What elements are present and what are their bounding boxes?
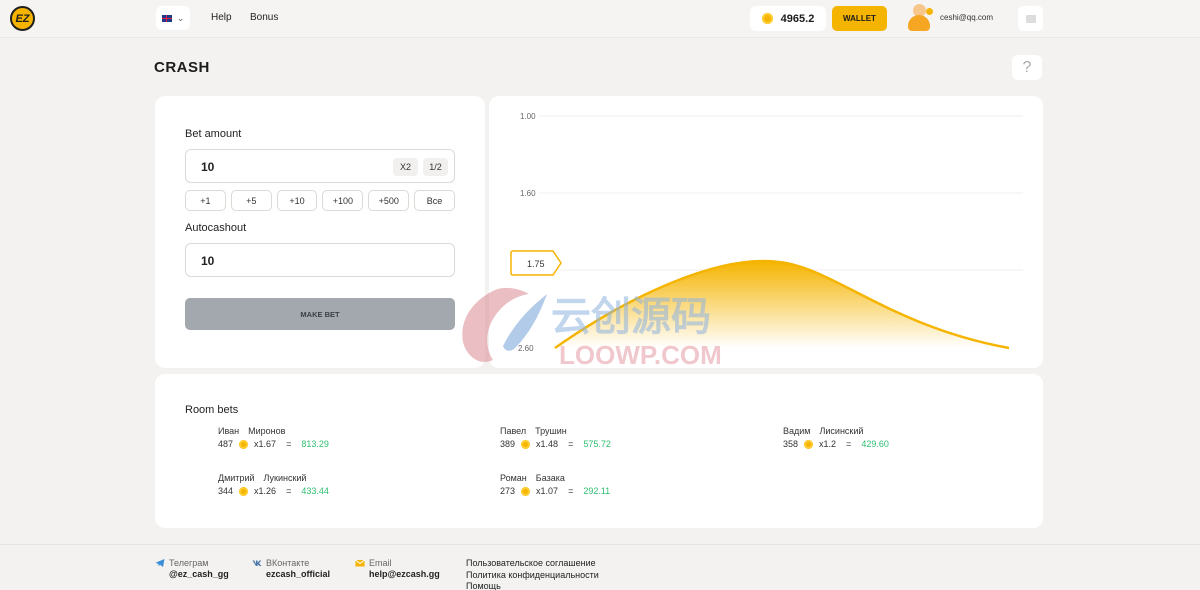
- question-icon: ?: [1022, 58, 1032, 76]
- coin-icon: [804, 439, 814, 449]
- room-bets-panel: Room bets Иван Миронов 487 x1.67 = 813.29 Па…: [155, 374, 1043, 528]
- equals-sign: =: [568, 439, 574, 449]
- chevron-down-icon: ⌄: [176, 12, 185, 23]
- room-bets-title: Room bets: [185, 404, 239, 416]
- logo[interactable]: EZ: [10, 6, 35, 31]
- bet-multiplier: x1.48: [536, 439, 559, 449]
- bet-amount-value: 10: [201, 160, 215, 174]
- make-bet-button[interactable]: MAKE BET: [185, 298, 455, 330]
- bet-multiplier: x1.2: [819, 439, 837, 449]
- equals-sign: =: [286, 486, 292, 496]
- player-first-name: Роман: [500, 473, 527, 483]
- equals-sign: =: [286, 439, 292, 449]
- add-5-button[interactable]: +5: [230, 190, 272, 211]
- nav-help-link[interactable]: Help: [211, 12, 232, 23]
- coin-icon: [239, 486, 249, 496]
- footer-links: Пользовательское соглашение Политика кон…: [466, 558, 599, 590]
- footer-email[interactable]: Email help@ezcash.gg: [355, 558, 440, 579]
- player-last-name: Лукинский: [263, 473, 307, 483]
- user-agreement-link[interactable]: Пользовательское соглашение: [466, 558, 599, 570]
- list-item: Иван Миронов 487 x1.67 = 813.29: [218, 426, 329, 449]
- win-amount: 429.60: [861, 439, 889, 449]
- list-item: Вадим Лисинский 358 x1.2 = 429.60: [783, 426, 889, 449]
- player-first-name: Дмитрий: [218, 473, 255, 483]
- bet-amount-input[interactable]: 10 X2 1/2: [185, 149, 455, 183]
- y-axis-label-bottom: 2.60: [518, 344, 534, 353]
- email-icon: [355, 559, 365, 567]
- bet-amount-label: Bet amount: [185, 128, 242, 140]
- player-last-name: Миронов: [248, 426, 286, 436]
- add-1-button[interactable]: +1: [185, 190, 226, 211]
- bet-amount: 344: [218, 486, 234, 496]
- win-amount: 813.29: [301, 439, 329, 449]
- multiplier-marker: 1.75: [510, 250, 562, 276]
- coin-icon: [239, 439, 249, 449]
- player-last-name: Лисинский: [819, 426, 864, 436]
- player-first-name: Иван: [218, 426, 240, 436]
- vk-handle[interactable]: ezcash_official: [266, 569, 330, 579]
- balance-value: 4965.2: [780, 12, 815, 25]
- autocashout-input[interactable]: 10: [185, 243, 455, 277]
- player-first-name: Павел: [500, 426, 527, 436]
- vk-label: ВКонтакте: [266, 558, 310, 568]
- equals-sign: =: [568, 486, 574, 496]
- autocashout-label: Autocashout: [185, 222, 247, 234]
- support-email[interactable]: help@ezcash.gg: [369, 569, 440, 579]
- add-100-button[interactable]: +100: [322, 190, 364, 211]
- uk-flag-icon: [161, 14, 172, 22]
- add-10-button[interactable]: +10: [276, 190, 318, 211]
- page-title: CRASH: [154, 59, 210, 76]
- win-amount: 292.11: [583, 486, 611, 496]
- footer-telegram[interactable]: Телеграм @ez_cash_gg: [155, 558, 229, 579]
- autocashout-value: 10: [201, 254, 215, 268]
- coin-icon: [521, 486, 531, 496]
- crash-graph: 1.00 1.60 2.60 1.75: [489, 96, 1043, 368]
- current-multiplier: 1.75: [527, 259, 545, 269]
- bet-panel: Bet amount 10 X2 1/2 +1 +5 +10 +100 +500…: [155, 96, 485, 368]
- privacy-policy-link[interactable]: Политика конфиденциальности: [466, 570, 599, 582]
- y-axis-label-mid: 1.60: [520, 189, 536, 198]
- bet-multiplier: x1.26: [254, 486, 277, 496]
- bet-amount: 358: [783, 439, 799, 449]
- quick-add-buttons: +1 +5 +10 +100 +500 Все: [185, 190, 455, 211]
- half-bet-button[interactable]: 1/2: [423, 158, 448, 176]
- bet-amount: 273: [500, 486, 516, 496]
- double-bet-button[interactable]: X2: [393, 158, 418, 176]
- telegram-icon: [155, 559, 165, 567]
- equals-sign: =: [846, 439, 852, 449]
- coin-icon: [761, 13, 773, 24]
- bet-amount: 487: [218, 439, 234, 449]
- vk-icon: [252, 560, 262, 566]
- player-first-name: Вадим: [783, 426, 811, 436]
- settings-icon[interactable]: [1018, 6, 1043, 31]
- language-selector[interactable]: ⌄: [156, 6, 190, 30]
- y-axis-label-top: 1.00: [520, 112, 536, 121]
- win-amount: 575.72: [583, 439, 611, 449]
- list-item: Дмитрий Лукинский 344 x1.26 = 433.44: [218, 473, 329, 496]
- top-bar: EZ ⌄ Help Bonus 4965.2 WALLET ceshi@qq.c…: [0, 0, 1200, 38]
- footer: Телеграм @ez_cash_gg ВКонтакте ezcash_of…: [0, 544, 1200, 590]
- player-last-name: Базака: [535, 473, 565, 483]
- telegram-handle[interactable]: @ez_cash_gg: [169, 569, 229, 579]
- telegram-label: Телеграм: [169, 558, 209, 568]
- email-label: Email: [369, 558, 392, 568]
- bet-multiplier: x1.67: [254, 439, 277, 449]
- balance-display: 4965.2: [750, 6, 826, 31]
- nav-bonus-link[interactable]: Bonus: [250, 12, 278, 23]
- help-question-button[interactable]: ?: [1012, 55, 1042, 80]
- list-item: Павел Трушин 389 x1.48 = 575.72: [500, 426, 611, 449]
- coin-icon: [521, 439, 531, 449]
- user-email[interactable]: ceshi@qq.com: [940, 13, 993, 22]
- bet-multiplier: x1.07: [536, 486, 559, 496]
- win-amount: 433.44: [301, 486, 329, 496]
- wallet-button[interactable]: WALLET: [832, 6, 887, 31]
- avatar[interactable]: [907, 4, 933, 32]
- add-500-button[interactable]: +500: [368, 190, 410, 211]
- bet-amount: 389: [500, 439, 516, 449]
- all-in-button[interactable]: Все: [414, 190, 455, 211]
- footer-vk[interactable]: ВКонтакте ezcash_official: [252, 558, 330, 579]
- list-item: Роман Базака 273 x1.07 = 292.11: [500, 473, 610, 496]
- player-last-name: Трушин: [535, 426, 567, 436]
- help-link[interactable]: Помощь: [466, 581, 599, 590]
